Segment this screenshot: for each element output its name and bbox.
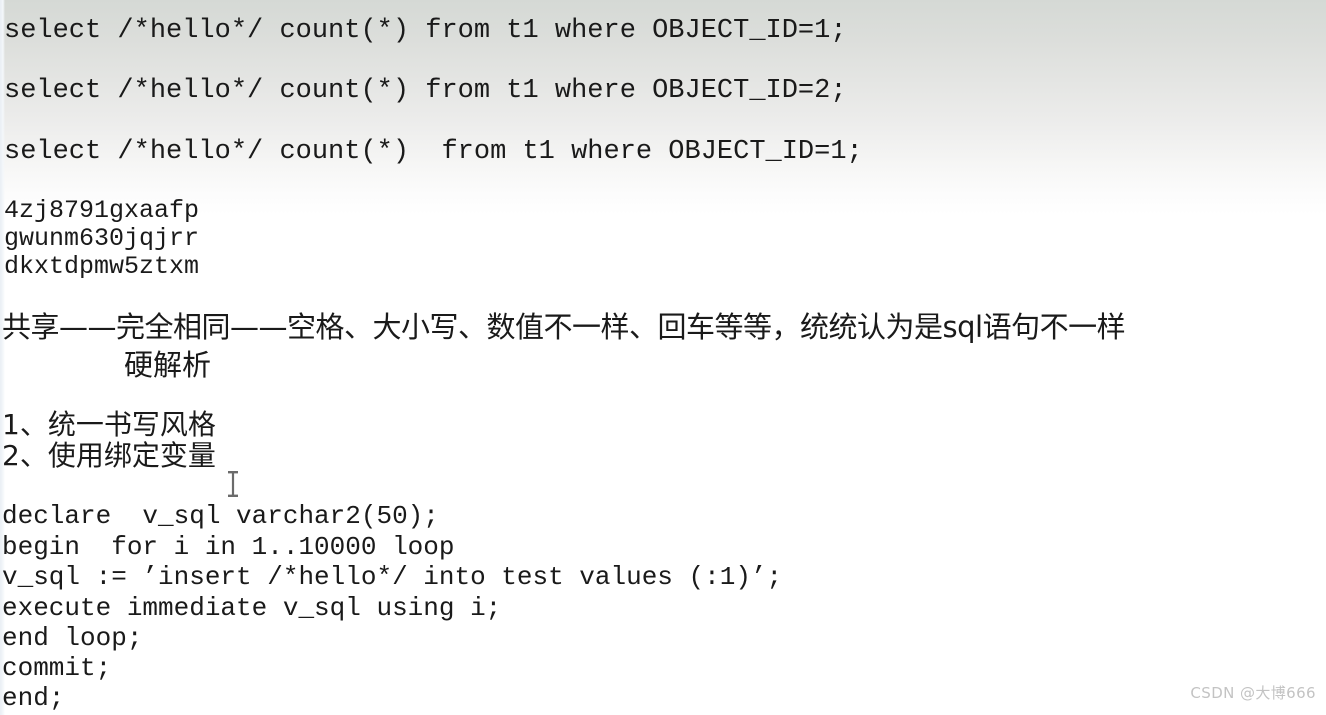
recommendation-item: 2、使用绑定变量 (2, 439, 216, 472)
sql-id-value: 4zj8791gxaafp (4, 196, 200, 225)
sql-statement-line: select /*hello*/ count(*) from t1 where … (4, 137, 863, 167)
sql-statement-line: select /*hello*/ count(*) from t1 where … (4, 16, 847, 46)
sql-id-value: gwunm630jqjrr (4, 224, 200, 253)
plsql-code-line: commit; (2, 653, 112, 683)
text-ibeam-cursor-icon (228, 471, 238, 497)
slide-canvas: select /*hello*/ count(*) from t1 where … (0, 0, 1326, 715)
plsql-code-line: declare v_sql varchar2(50); (2, 501, 439, 531)
plsql-code-line: end loop; (2, 623, 143, 653)
sql-id-value: dkxtdpmw5ztxm (4, 252, 200, 281)
plsql-code-line: end; (2, 683, 65, 713)
recommendation-item: 1、统一书写风格 (2, 408, 216, 441)
csdn-watermark: CSDN @大博666 (1190, 684, 1316, 702)
plsql-code-line: execute immediate v_sql using i; (2, 593, 502, 623)
plsql-code-line: begin for i in 1..10000 loop (2, 532, 455, 562)
plsql-code-line: v_sql := ’insert /*hello*/ into test val… (2, 562, 783, 592)
sharing-rule-note: 共享——完全相同——空格、大小写、数值不一样、回车等等，统统认为是sql语句不一… (2, 310, 1126, 344)
sql-statement-line: select /*hello*/ count(*) from t1 where … (4, 76, 847, 106)
hard-parse-note: 硬解析 (124, 348, 212, 382)
